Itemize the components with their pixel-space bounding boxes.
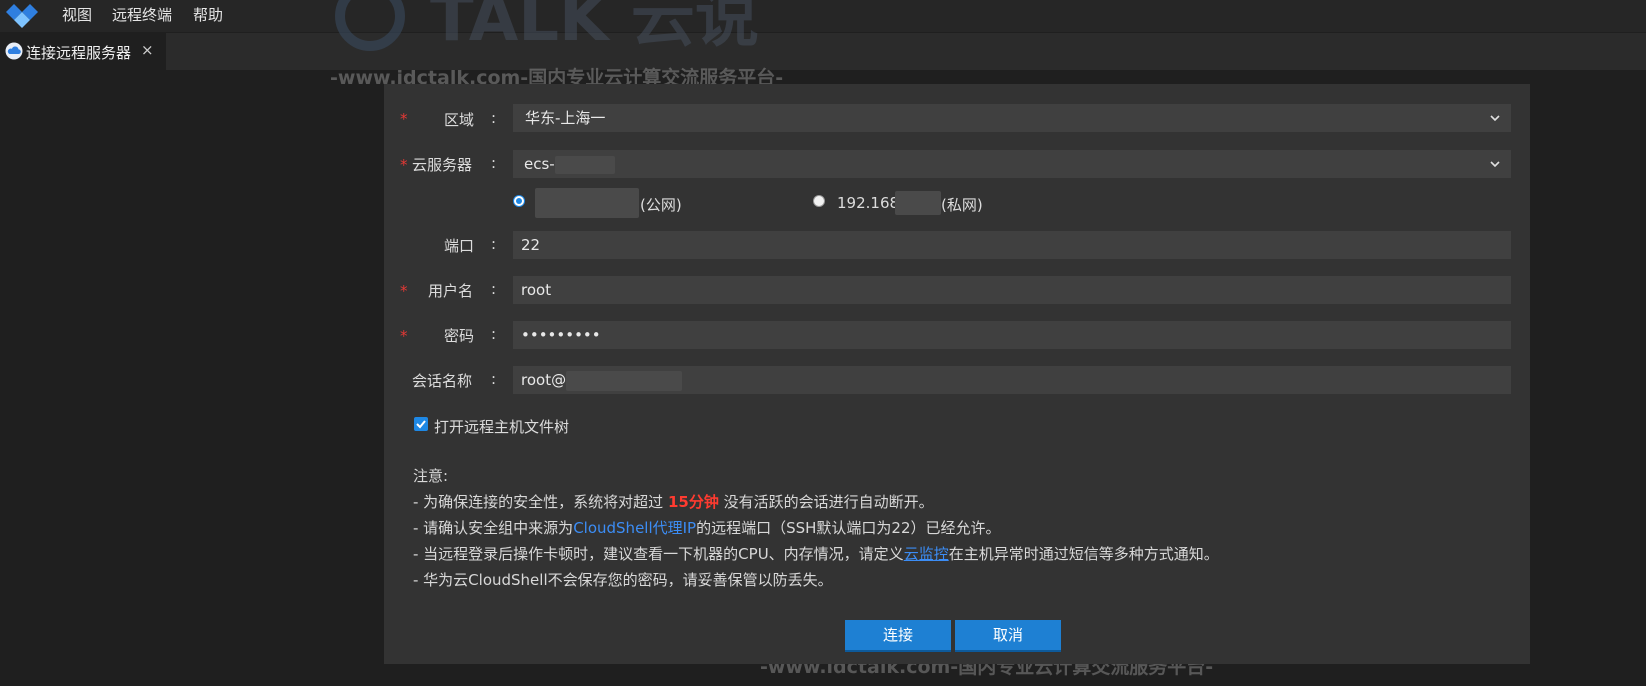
server-select[interactable]: ecs- xyxy=(513,150,1511,178)
password-input[interactable]: ••••••••• xyxy=(513,321,1511,349)
session-name-input[interactable]: root@ xyxy=(513,366,1511,394)
app-logo-icon xyxy=(6,4,38,28)
redacted-server-id xyxy=(554,155,615,174)
region-colon: : xyxy=(491,109,497,127)
menu-remote-terminal[interactable]: 远程终端 xyxy=(112,4,172,25)
public-ip-radio[interactable] xyxy=(513,195,525,207)
required-mark: * xyxy=(400,327,408,345)
redacted-private-ip xyxy=(895,191,941,215)
required-mark: * xyxy=(400,110,408,128)
cloudshell-proxy-ip-link[interactable]: CloudShell代理IP xyxy=(573,519,696,537)
session-name-label: 会话名称 xyxy=(412,372,473,390)
username-input[interactable]: root xyxy=(513,276,1511,304)
private-ip-radio[interactable] xyxy=(813,195,825,207)
session-name-value: root@ xyxy=(521,371,567,389)
note-line-3: - 当远程登录后操作卡顿时，建议查看一下机器的CPU、内存情况，请定义云监控在主… xyxy=(413,545,1219,563)
tab-bar: 连接远程服务器 × xyxy=(0,33,1646,70)
chevron-down-icon xyxy=(1490,161,1500,168)
note-line-1: - 为确保连接的安全性，系统将对超过 15分钟 没有活跃的会话进行自动断开。 xyxy=(413,493,934,511)
check-icon xyxy=(416,420,426,429)
chevron-down-icon xyxy=(1490,115,1500,122)
port-input[interactable]: 22 xyxy=(513,231,1511,259)
close-icon[interactable]: × xyxy=(141,41,154,59)
tab-label: 连接远程服务器 xyxy=(26,44,132,62)
server-value: ecs- xyxy=(524,155,555,173)
session-name-colon: : xyxy=(491,370,497,388)
open-file-tree-label: 打开远程主机文件树 xyxy=(434,418,570,436)
server-label: 云服务器 xyxy=(412,156,473,174)
private-ip-suffix: (私网) xyxy=(941,196,983,214)
menu-bar: 视图 远程终端 帮助 xyxy=(0,0,1646,32)
notes-title: 注意: xyxy=(413,467,449,485)
password-colon: : xyxy=(491,325,497,343)
tab-connect-remote-server[interactable]: 连接远程服务器 × xyxy=(0,33,166,70)
region-value: 华东-上海一 xyxy=(525,109,606,127)
note-line-2: - 请确认安全组中来源为CloudShell代理IP的远程端口（SSH默认端口为… xyxy=(413,519,1001,537)
username-label: 用户名 xyxy=(428,282,474,300)
public-ip-suffix: (公网) xyxy=(640,196,682,214)
required-mark: * xyxy=(400,282,408,300)
required-mark: * xyxy=(400,156,408,174)
username-colon: : xyxy=(491,280,497,298)
region-select[interactable]: 华东-上海一 xyxy=(513,104,1511,132)
private-ip-prefix: 192.168 xyxy=(837,194,900,212)
port-label: 端口 xyxy=(444,237,475,255)
connect-button[interactable]: 连接 xyxy=(845,620,951,652)
password-label: 密码 xyxy=(444,327,475,345)
cloud-icon xyxy=(5,42,23,60)
region-label: 区域 xyxy=(444,111,475,129)
menu-help[interactable]: 帮助 xyxy=(193,4,223,25)
redacted-session-host xyxy=(566,370,683,391)
redacted-public-ip xyxy=(535,188,639,218)
timeout-highlight: 15分钟 xyxy=(667,493,719,511)
port-colon: : xyxy=(491,235,497,253)
cloud-monitor-link[interactable]: 云监控 xyxy=(904,545,949,563)
server-colon: : xyxy=(491,154,497,172)
menu-view[interactable]: 视图 xyxy=(62,4,92,25)
note-line-4: - 华为云CloudShell不会保存您的密码，请妥善保管以防丢失。 xyxy=(413,571,833,589)
cancel-button[interactable]: 取消 xyxy=(955,620,1061,652)
open-file-tree-checkbox[interactable] xyxy=(414,417,428,431)
